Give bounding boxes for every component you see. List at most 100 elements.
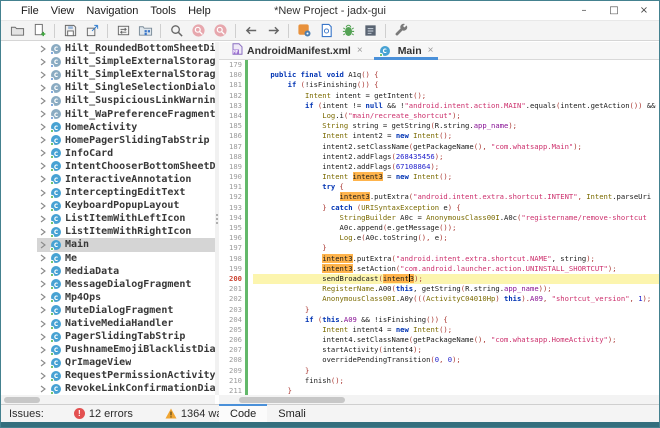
tree-item[interactable]: c Hilt_SimpleExternalStorageSt [1, 68, 215, 81]
tree-item[interactable]: c ListItemWithRightIcon [1, 225, 215, 238]
menu-item-navigation[interactable]: Navigation [80, 5, 144, 17]
text-search-button[interactable] [165, 21, 187, 40]
tree-item[interactable]: c Hilt_SingleSelectionDialogFr [1, 81, 215, 94]
expand-chevron-icon[interactable] [39, 189, 50, 197]
code-editor[interactable]: 179 180 public final void A1q() {181 if (… [219, 60, 659, 395]
expand-chevron-icon[interactable] [39, 228, 50, 236]
packages-button[interactable] [134, 21, 156, 40]
tree-item[interactable]: c RevokeLinkConfirmationDialog [1, 382, 215, 395]
expand-chevron-icon[interactable] [39, 149, 50, 157]
deobfuscation-button[interactable] [293, 21, 315, 40]
code-line-text: intent3.putExtra("android.intent.extra.s… [339, 192, 652, 202]
code-line: 185 String string = getString(R.string.a… [219, 121, 659, 132]
tree-item[interactable]: c Main [1, 238, 215, 252]
add-files-button[interactable] [28, 21, 50, 40]
expand-chevron-icon[interactable] [39, 359, 50, 367]
tree-item[interactable]: c MessageDialogFragment [1, 278, 215, 291]
comment-search-button[interactable] [209, 21, 231, 40]
menu-item-view[interactable]: View [45, 5, 81, 17]
change-marker-icon [245, 131, 248, 142]
log-viewer-button[interactable] [359, 21, 381, 40]
expand-chevron-icon[interactable] [39, 58, 50, 66]
open-file-button[interactable] [6, 21, 28, 40]
tab-androidmanifest[interactable]: MF AndroidManifest.xml × [224, 42, 371, 59]
expand-chevron-icon[interactable] [39, 97, 50, 105]
export-button[interactable] [81, 21, 103, 40]
expand-chevron-icon[interactable] [39, 320, 50, 328]
tree-item[interactable]: c Hilt_SimpleExternalStorageSt [1, 55, 215, 68]
tree-item[interactable]: c PushnameEmojiBlacklistDialog [1, 343, 215, 356]
preferences-icon [394, 23, 409, 38]
tree-item[interactable]: c QrImageView [1, 356, 215, 369]
tab-code[interactable]: Code [219, 404, 268, 423]
tree-item[interactable]: c HomeActivity [1, 121, 215, 134]
forward-button[interactable] [262, 21, 284, 40]
tree-hscrollbar-thumb[interactable] [4, 396, 40, 403]
tree-item[interactable]: c PagerSlidingTabStrip [1, 330, 215, 343]
main-area: cHilt_RoundedBottomSheetDialogcHilt_Simp… [1, 42, 659, 395]
close-tab-icon[interactable]: × [357, 45, 363, 56]
expand-chevron-icon[interactable] [39, 71, 50, 79]
expand-chevron-icon[interactable] [39, 123, 50, 131]
preferences-button[interactable] [390, 21, 412, 40]
code-line-text: public final void A1q() { [270, 70, 379, 80]
tree-item[interactable]: c NativeMediaHandler [1, 317, 215, 330]
expand-chevron-icon[interactable] [39, 202, 50, 210]
expand-chevron-icon[interactable] [39, 84, 50, 92]
tree-item[interactable]: c KeyboardPopupLayout [1, 199, 215, 212]
close-button[interactable]: × [629, 1, 659, 20]
minimize-button[interactable]: – [569, 1, 599, 20]
maximize-button[interactable]: □ [599, 1, 629, 20]
expand-chevron-icon[interactable] [39, 110, 50, 118]
class-tree[interactable]: c Hilt_RoundedBottomSheetDialogc Hilt_Simp… [1, 42, 215, 395]
menu-item-help[interactable]: Help [182, 5, 217, 17]
quark-icon [319, 23, 334, 38]
quark-button[interactable] [315, 21, 337, 40]
tree-item[interactable]: c Mp4Ops [1, 291, 215, 304]
save-all-button[interactable] [59, 21, 81, 40]
expand-chevron-icon[interactable] [39, 254, 50, 262]
back-button[interactable] [240, 21, 262, 40]
change-marker-icon [245, 110, 248, 122]
expand-chevron-icon[interactable] [39, 241, 50, 249]
tree-item[interactable]: c MuteDialogFragment [1, 304, 215, 317]
expand-chevron-icon[interactable] [39, 215, 50, 223]
expand-chevron-icon[interactable] [39, 267, 50, 275]
tree-item[interactable]: c ListItemWithLeftIcon [1, 212, 215, 225]
expand-chevron-icon[interactable] [39, 346, 50, 354]
tree-item[interactable]: c InfoCard [1, 147, 215, 160]
tree-item[interactable]: c Hilt_WaPreferenceFragment [1, 107, 215, 121]
tree-item[interactable]: c RequestPermissionActivity [1, 369, 215, 382]
expand-chevron-icon[interactable] [39, 293, 50, 301]
menu-item-tools[interactable]: Tools [144, 5, 182, 17]
debugger-button[interactable] [337, 21, 359, 40]
expand-chevron-icon[interactable] [39, 162, 50, 170]
expand-chevron-icon[interactable] [39, 136, 50, 144]
expand-chevron-icon[interactable] [39, 333, 50, 341]
expand-chevron-icon[interactable] [39, 385, 50, 393]
tree-hscrollbar[interactable] [1, 395, 215, 404]
editor-hscrollbar-thumb[interactable] [239, 396, 345, 403]
tree-item[interactable]: c IntentChooserBottomSheetDial [1, 160, 215, 173]
expand-chevron-icon[interactable] [39, 372, 50, 380]
tree-item[interactable]: c Hilt_SuspiciousLinkWarningDi [1, 94, 215, 107]
tree-item[interactable]: c Hilt_RoundedBottomSheetDialog [1, 42, 215, 55]
expand-chevron-icon[interactable] [39, 280, 50, 288]
expand-chevron-icon[interactable] [39, 175, 50, 183]
tree-item-label: InterceptingEditText [65, 187, 186, 199]
tree-item[interactable]: c Me [1, 252, 215, 265]
tree-item[interactable]: c MediaData [1, 265, 215, 278]
tab-smali[interactable]: Smali [267, 404, 317, 423]
expand-chevron-icon[interactable] [39, 306, 50, 314]
tree-item[interactable]: c InterceptingEditText [1, 186, 215, 199]
editor-hscrollbar[interactable] [219, 395, 659, 404]
menu-item-file[interactable]: File [15, 5, 45, 17]
close-tab-icon[interactable]: × [428, 45, 434, 56]
tree-item[interactable]: c HomePagerSlidingTabStrip [1, 134, 215, 147]
expand-chevron-icon[interactable] [39, 45, 50, 53]
class-search-button[interactable] [187, 21, 209, 40]
reload-button[interactable] [112, 21, 134, 40]
tab-main[interactable]: c Main × [371, 42, 442, 60]
tree-item-label: MessageDialogFragment [65, 278, 192, 290]
tree-item[interactable]: c InteractiveAnnotation [1, 173, 215, 186]
